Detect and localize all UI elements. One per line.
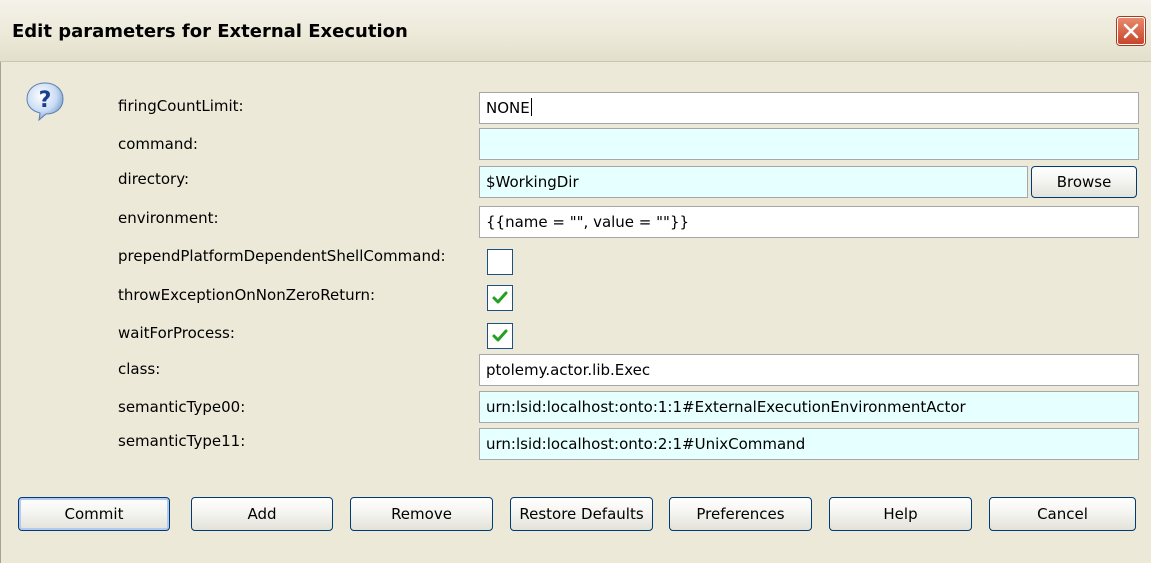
throwexceptiononnonzeroreturn-checkbox[interactable]	[487, 285, 513, 311]
checkmark-icon	[492, 291, 508, 304]
preferences-button[interactable]: Preferences	[669, 497, 812, 531]
close-icon	[1123, 23, 1139, 39]
title-bar[interactable]: Edit parameters for External Execution	[0, 0, 1151, 62]
dialog-body: ? firingCountLimit: NONE command: direct…	[0, 62, 1151, 563]
param-label-prependplatformdependentshellcommand: prependPlatformDependentShellCommand:	[118, 247, 446, 265]
semantictype00-input[interactable]: urn:lsid:localhost:onto:1:1#ExternalExec…	[479, 391, 1139, 423]
param-label-semantictype00: semanticType00:	[118, 398, 246, 416]
cancel-button[interactable]: Cancel	[989, 497, 1136, 531]
restore-defaults-button[interactable]: Restore Defaults	[510, 497, 653, 531]
checkmark-icon	[492, 329, 508, 342]
add-button[interactable]: Add	[191, 497, 333, 531]
waitforprocess-checkbox[interactable]	[487, 323, 513, 349]
param-label-firingcountlimit: firingCountLimit:	[118, 97, 244, 115]
firingcountlimit-value: NONE	[486, 99, 530, 117]
remove-button[interactable]: Remove	[350, 497, 493, 531]
param-label-directory: directory:	[118, 170, 190, 188]
environment-input[interactable]: {{name = "", value = ""}}	[479, 206, 1139, 238]
close-button[interactable]	[1117, 17, 1145, 45]
param-label-throwexceptiononnonzeroreturn: throwExceptionOnNonZeroReturn:	[118, 286, 376, 304]
firingcountlimit-input[interactable]: NONE	[479, 92, 1139, 124]
help-button[interactable]: Help	[829, 497, 972, 531]
command-input[interactable]	[479, 128, 1139, 160]
directory-input[interactable]: $WorkingDir	[479, 166, 1028, 198]
param-label-class: class:	[118, 360, 161, 378]
param-label-command: command:	[118, 135, 198, 153]
question-mark-icon: ?	[26, 82, 64, 121]
prependplatformdependentshellcommand-checkbox[interactable]	[487, 249, 513, 275]
svg-text:?: ?	[39, 88, 52, 113]
semantictype11-input[interactable]: urn:lsid:localhost:onto:2:1#UnixCommand	[479, 428, 1139, 460]
class-input[interactable]: ptolemy.actor.lib.Exec	[479, 354, 1139, 386]
param-label-waitforprocess: waitForProcess:	[118, 324, 235, 342]
commit-button[interactable]: Commit	[18, 497, 170, 531]
param-label-semantictype11: semanticType11:	[118, 432, 246, 450]
text-caret	[530, 98, 532, 116]
param-label-environment: environment:	[118, 209, 219, 227]
browse-button[interactable]: Browse	[1031, 166, 1137, 198]
dialog-title: Edit parameters for External Execution	[12, 21, 408, 42]
